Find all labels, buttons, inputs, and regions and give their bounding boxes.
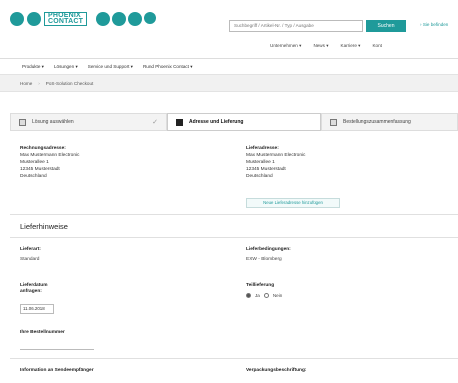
shipping-name: Max Mustermann Electronic — [246, 153, 306, 158]
lieferart-label: Lieferart: — [20, 247, 41, 252]
billing-country: Deutschland — [20, 174, 47, 179]
step-loesung[interactable]: Lösung auswählen ✓ — [10, 113, 167, 131]
chevron-down-icon: ▾ — [190, 63, 193, 69]
billing-name: Max Mustermann Electronic — [20, 153, 80, 158]
search-input[interactable]: Suchbegriff / Artikel-Nr. / Typ / Ausgab… — [229, 20, 363, 32]
main-nav: Produkte ▾ Lösungen ▾ Service und Suppor… — [0, 58, 458, 74]
shipping-heading: Lieferadresse: — [246, 146, 279, 151]
breadcrumb: Home › PoS-Solution Checkout — [0, 74, 458, 92]
chevron-down-icon: ▾ — [326, 43, 329, 48]
add-shipping-address-button[interactable]: Neue Lieferadresse hinzufügen — [246, 198, 340, 208]
section-title: Lieferhinweise — [20, 222, 68, 231]
secondary-nav: Unternehmen ▾ News ▾ Karriere ▾ Kont — [270, 43, 382, 49]
logo-dot-icon — [144, 12, 157, 24]
step-marker-icon — [176, 118, 183, 126]
secondary-nav-item[interactable]: News ▾ — [313, 43, 328, 49]
step-marker-icon — [330, 118, 337, 126]
chevron-down-icon: ▾ — [299, 43, 302, 48]
secondary-nav-item[interactable]: Unternehmen ▾ — [270, 43, 301, 49]
divider — [10, 237, 458, 238]
step-marker-icon — [19, 118, 26, 126]
shipping-address: Lieferadresse: Max Mustermann Electronic… — [246, 145, 305, 180]
delivery-date-field[interactable]: 11.06.2018 — [20, 304, 54, 314]
main-nav-item-rund[interactable]: Rund Phoenix Contact ▾ — [143, 64, 193, 70]
step-adresse[interactable]: Adresse und Lieferung — [167, 113, 321, 131]
chevron-down-icon: ▾ — [75, 63, 78, 69]
secondary-nav-item[interactable]: Karriere ▾ — [341, 43, 361, 49]
billing-heading: Rechnungsadresse: — [20, 146, 66, 151]
chevron-right-icon: › — [38, 80, 40, 86]
phoenix-contact-logo[interactable]: PHOENIX CONTACT — [10, 12, 157, 26]
order-number-label: Ihre Bestellnummer — [20, 330, 65, 335]
logo-dot-icon — [27, 12, 41, 26]
lieferart-value: Standard — [20, 257, 40, 262]
billing-city: 12345 Musterstadt — [20, 167, 60, 172]
radio-no[interactable] — [263, 293, 269, 298]
divider — [10, 214, 458, 215]
breadcrumb-current: PoS-Solution Checkout — [45, 80, 94, 86]
chevron-down-icon: ▾ — [358, 43, 361, 48]
radio-yes[interactable] — [246, 293, 251, 298]
logo-wordmark: PHOENIX CONTACT — [44, 12, 88, 26]
chevron-right-icon: › — [420, 22, 422, 27]
lieferbedingungen-label: Lieferbedingungen: — [246, 247, 291, 252]
lieferbedingungen-value: EXW - Blomberg — [246, 257, 282, 262]
logo-dot-icon — [10, 12, 24, 26]
main-nav-item-service[interactable]: Service und Support ▾ — [88, 64, 133, 70]
main-nav-item-produkte[interactable]: Produkte ▾ — [22, 64, 44, 70]
checkmark-icon: ✓ — [152, 119, 158, 126]
logo-dot-icon — [128, 12, 143, 26]
secondary-nav-item[interactable]: Kont — [372, 43, 381, 49]
logo-dots — [96, 12, 157, 26]
search-button[interactable]: Suchen — [366, 20, 406, 32]
billing-street: Musterallee 1 — [20, 160, 49, 165]
chevron-down-icon: ▾ — [41, 63, 44, 69]
teillieferung-label: Teillieferung — [246, 283, 275, 288]
logo-dot-icon — [96, 12, 111, 26]
logo-dot-icon — [112, 12, 127, 26]
main-nav-item-loesungen[interactable]: Lösungen ▾ — [54, 64, 78, 70]
top-right-link[interactable]: › Sie befinden — [420, 22, 448, 27]
breadcrumb-home[interactable]: Home — [20, 81, 32, 86]
shipping-street: Musterallee 1 — [246, 160, 275, 165]
teillieferung-options: Ja Nein — [246, 293, 282, 298]
packaging-label: Verpackungsbeschriftung: — [246, 368, 307, 373]
divider — [10, 358, 458, 359]
step-zusammenfassung[interactable]: Bestellungszusammenfassung — [321, 113, 458, 131]
site-header: PHOENIX CONTACT Suchbegriff / Artikel-Nr… — [0, 0, 458, 64]
info-recipient-label: Information an Sendeempfänger — [20, 368, 94, 373]
chevron-down-icon: ▾ — [130, 63, 133, 69]
order-number-input[interactable] — [20, 340, 94, 350]
billing-address: Rechnungsadresse: Max Mustermann Electro… — [20, 145, 79, 180]
shipping-country: Deutschland — [246, 174, 273, 179]
shipping-city: 12345 Musterstadt — [246, 167, 286, 172]
lieferdatum-label: Lieferdatum anfragen: — [20, 283, 48, 294]
checkout-steps: Lösung auswählen ✓ Adresse und Lieferung… — [10, 113, 458, 131]
